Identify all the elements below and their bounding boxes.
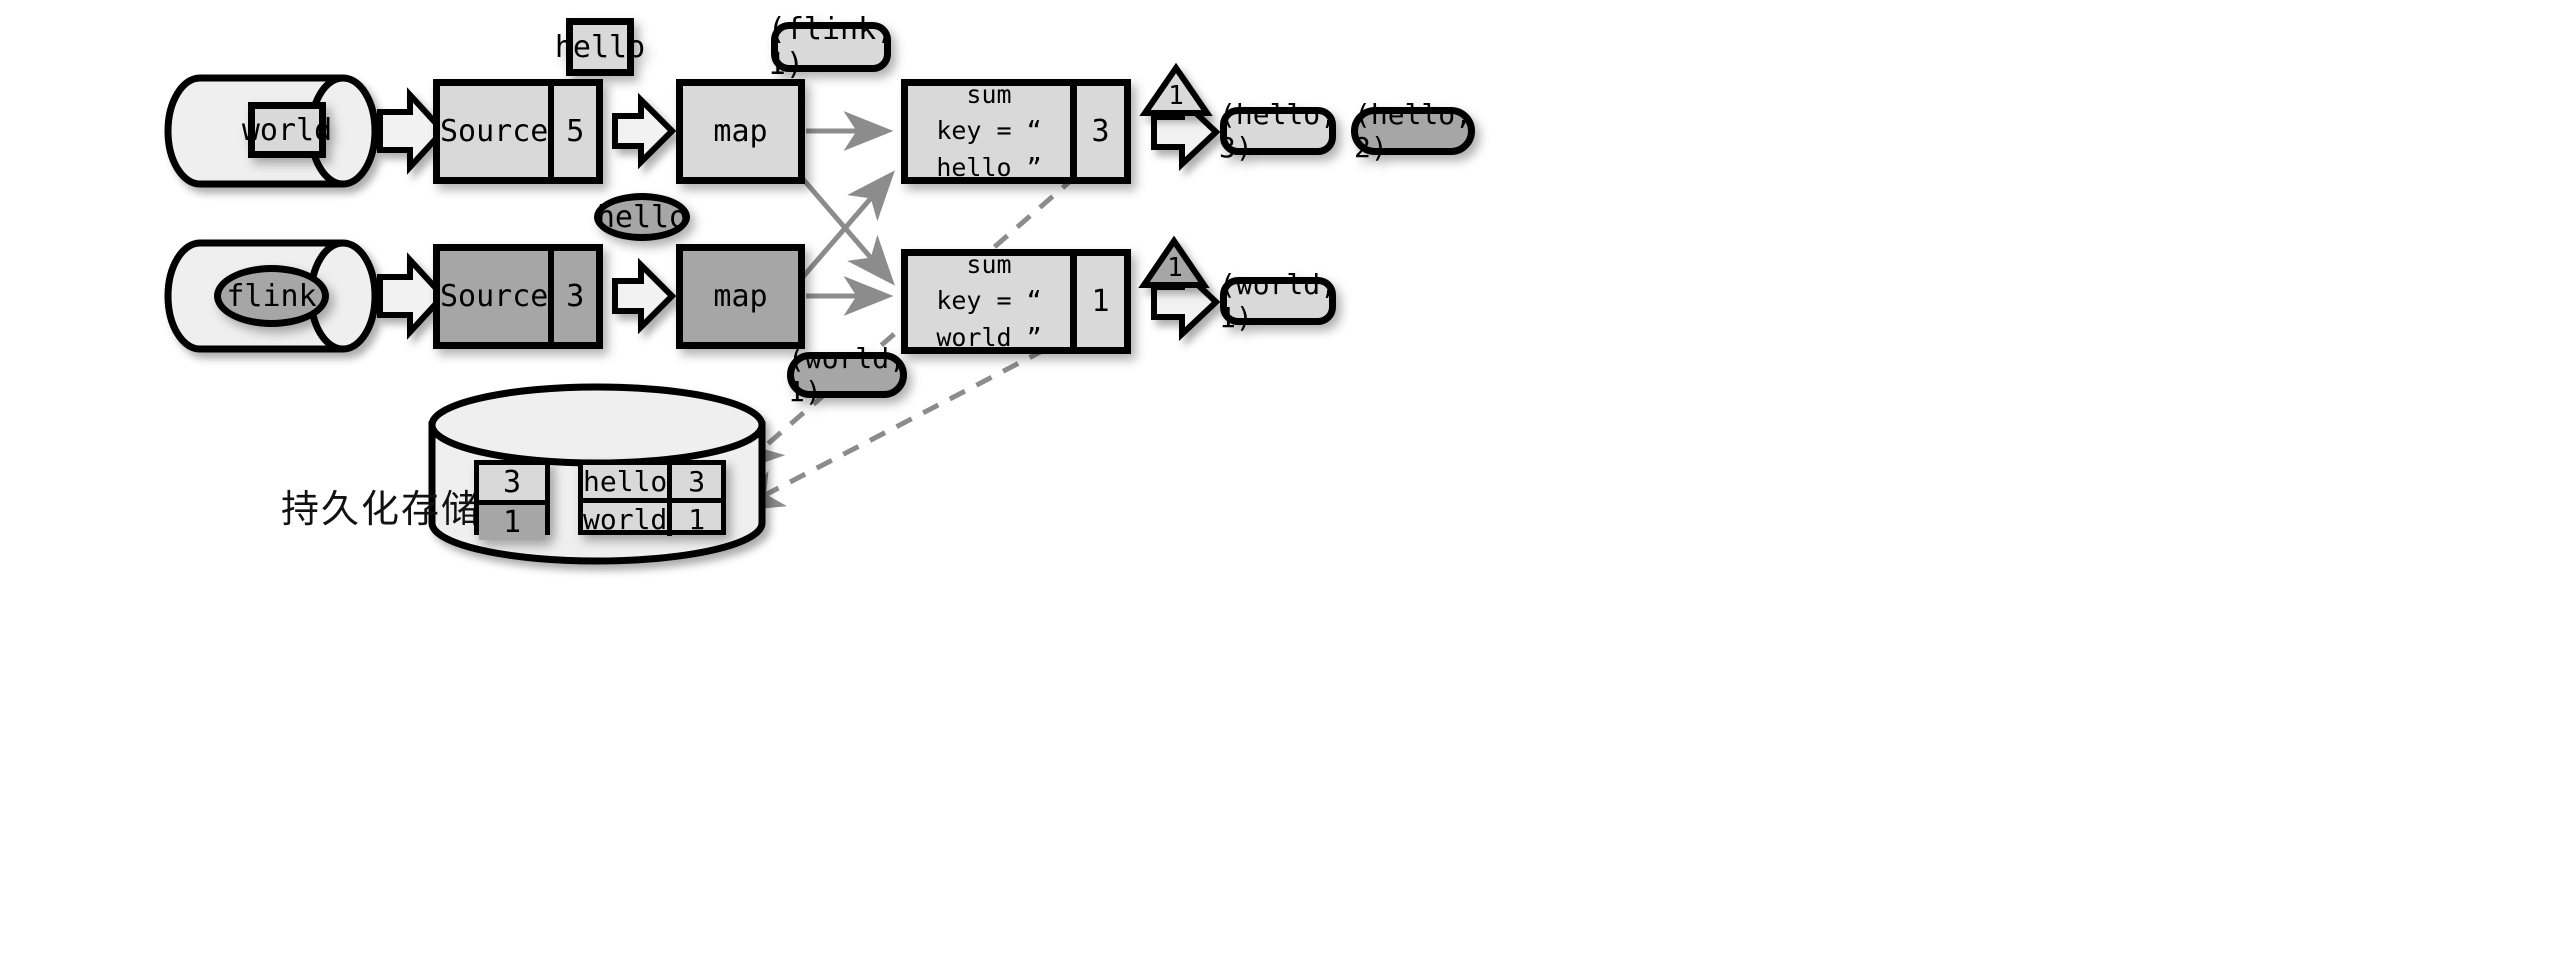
storage-state-cell-0-1: 3 <box>667 465 721 498</box>
source-operator-row2: Source 3 <box>433 244 603 349</box>
routing-arrows <box>800 111 895 316</box>
storage-state-cell-0-0: hello <box>583 465 668 498</box>
sum-operator-row2: sum key = “ world ” 1 <box>901 249 1131 354</box>
record-world-pill: (world, 1) <box>787 342 907 408</box>
storage-offsets-row-1: 1 <box>479 500 545 540</box>
watermark-value-row1: 1 <box>1168 81 1184 111</box>
storage-state-row-1: world 1 <box>583 498 721 536</box>
record-world-pill-text: (world, 1) <box>788 342 907 408</box>
diagram-canvas: hello (flink, 1) hello (world, 1) world … <box>0 0 2560 968</box>
storage-state-cell-1-1: 1 <box>667 503 721 536</box>
cylinder-item-flink-row2: flink <box>214 265 329 327</box>
map-operator-label-row2: map <box>713 279 768 314</box>
record-hello-square: hello <box>555 18 645 76</box>
cylinder-item-world-row1: world <box>242 102 332 158</box>
storage-offsets-cell-1-0: 1 <box>479 505 545 540</box>
sum-operator-label-row2: sum key = “ world ” <box>908 250 1070 352</box>
block-arrow-source2-map2 <box>612 257 677 335</box>
map-operator-row1: map <box>676 79 805 184</box>
source-offset-row2: 3 <box>566 279 585 314</box>
record-hello-ellipse-text: hello <box>596 199 688 235</box>
output-record-row1-0: (hello, 3) <box>1219 98 1337 164</box>
output-record-row1-1-text: (hello, 2) <box>1354 98 1473 164</box>
record-flink-pill-text: (flink, 1) <box>767 12 895 82</box>
arrow-map1-sum2 <box>800 176 895 286</box>
sum-operator-title-row2: sum <box>966 250 1012 280</box>
sum-operator-key-row2: key = “ world ” <box>936 286 1042 352</box>
storage-state-table: hello 3 world 1 <box>578 460 726 536</box>
sum-operator-title-row1: sum <box>966 80 1012 110</box>
sum-operator-divider-row2 <box>1070 256 1077 347</box>
output-record-row2-0: (world, 1) <box>1219 268 1337 334</box>
storage-state-cell-1-0: world <box>583 503 668 536</box>
record-hello-square-text: hello <box>554 29 646 65</box>
source-operator-label-row1: Source <box>440 113 549 149</box>
storage-offsets-cell-0-0: 3 <box>502 465 522 500</box>
block-arrow-source1-map1 <box>612 92 677 170</box>
sum-value-row1: 3 <box>1091 114 1110 149</box>
sum-operator-divider-row1 <box>1070 86 1077 177</box>
storage-state-row-0: hello 3 <box>583 465 721 498</box>
output-record-row1-1: (hello, 2) <box>1351 98 1475 164</box>
map-operator-label-row1: map <box>713 114 768 149</box>
source-offset-row1: 5 <box>566 114 585 149</box>
source-operator-row1: Source 5 <box>433 79 603 184</box>
source-operator-label-row2: Source <box>440 278 549 314</box>
arrow-map2-sum1 <box>800 170 895 280</box>
map-operator-row2: map <box>676 244 805 349</box>
storage-offsets-table: 3 1 <box>474 460 550 540</box>
record-hello-ellipse: hello <box>594 193 690 241</box>
sum-operator-key-row1: key = “ hello ” <box>936 116 1042 182</box>
output-record-row2-0-text: (world, 1) <box>1219 268 1338 334</box>
sum-operator-label-row1: sum key = “ hello ” <box>908 80 1070 182</box>
record-flink-pill: (flink, 1) <box>768 12 894 82</box>
watermark-value-row2: 1 <box>1167 253 1183 283</box>
persistent-storage-label: 持久化存储 <box>281 487 482 531</box>
output-record-row1-0-text: (hello, 3) <box>1219 98 1338 164</box>
cylinder-item-flink-text: flink <box>226 278 317 314</box>
sum-value-row2: 1 <box>1091 284 1110 319</box>
storage-offsets-row-0: 3 <box>479 465 545 500</box>
cylinder-item-world-text: world <box>241 112 333 148</box>
sum-operator-row1: sum key = “ hello ” 3 <box>901 79 1131 184</box>
